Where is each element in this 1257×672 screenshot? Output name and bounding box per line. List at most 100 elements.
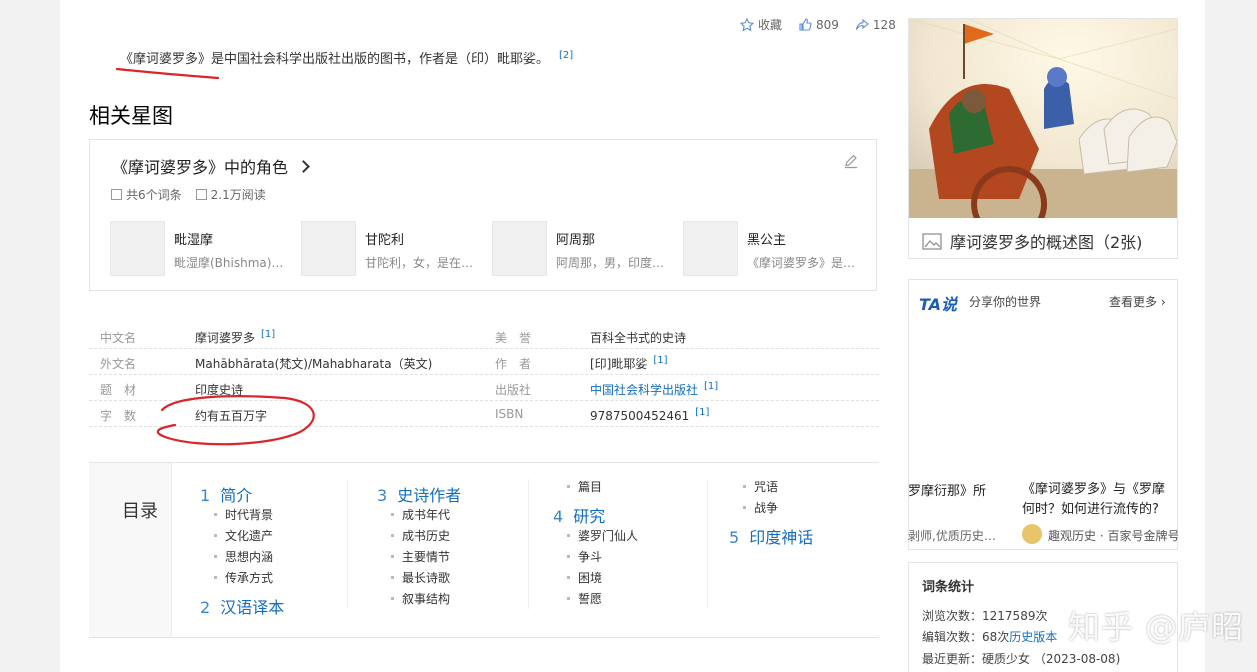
info-value: [印]毗耶娑 [1] [590, 355, 668, 372]
info-key: 出版社 [495, 383, 532, 397]
like-button[interactable]: 809 [798, 18, 839, 32]
info-key: 中文名 [100, 331, 137, 345]
info-row: 中文名 摩诃婆罗多 [1] 美 誉 百科全书式的史诗 [89, 322, 879, 349]
info-ref[interactable]: [1] [261, 329, 275, 340]
info-value-text: 百科全书式的史诗 [590, 331, 687, 345]
catalog-item[interactable]: 誓愿 [566, 590, 602, 607]
share-count: 128 [872, 17, 896, 32]
section-num: 2 [200, 598, 211, 617]
stats-value: 68次 [982, 630, 1010, 644]
album-caption-text: 摩诃婆罗多的概述图（2张) [950, 233, 1143, 252]
section-num: 3 [377, 486, 388, 505]
info-value: 百科全书式的史诗 [590, 329, 686, 346]
info-value: 中国社会科学出版社 [1] [590, 381, 718, 398]
catalog-item[interactable]: 篇目 [566, 478, 602, 495]
role-thumbnail [683, 221, 738, 276]
info-ref[interactable]: [1] [695, 407, 709, 418]
catalog-item[interactable]: 咒语 [742, 478, 778, 495]
album-image[interactable] [909, 19, 1177, 218]
role-name: 毗湿摩 [174, 233, 214, 248]
book-icon [195, 189, 207, 200]
share-icon [855, 18, 869, 30]
intro-text: 《摩诃婆罗多》是中国社会科学出版社出版的图书，作者是（印）毗耶娑。 [2] [120, 48, 573, 67]
author-avatar [1022, 524, 1042, 544]
catalog-section[interactable]: 3 史诗作者 [377, 482, 461, 506]
catalog-item[interactable]: 困境 [566, 569, 602, 586]
info-row: 外文名 Mahābhārata(梵文)/Mahabharata（英文) 作 者 … [89, 348, 879, 375]
starmap-title[interactable]: 《摩诃婆罗多》中的角色 [112, 154, 310, 178]
info-value-text: [印]毗耶娑 [590, 357, 648, 371]
catalog-item[interactable]: 争斗 [566, 548, 602, 565]
catalog-item[interactable]: 时代背景 [213, 506, 273, 523]
divider [707, 479, 708, 609]
role-card[interactable]: 阿周那 阿周那，男，印度… [492, 221, 672, 277]
role-desc: 《摩诃婆罗多》是… [747, 256, 856, 270]
info-value: 9787500452461 [1] [590, 407, 709, 423]
info-value: 摩诃婆罗多 [1] [195, 329, 275, 346]
catalog-item[interactable]: 传承方式 [213, 569, 273, 586]
catalog-item[interactable]: 成书历史 [390, 527, 450, 544]
catalog-item[interactable]: 文化遗产 [213, 527, 273, 544]
starmap-title-text: 《摩诃婆罗多》中的角色 [112, 158, 289, 177]
intro-book-title: 《摩诃婆罗多》 [120, 52, 212, 67]
ta-logo: TA说 [919, 295, 958, 314]
catalog-section[interactable]: 1 简介 [200, 482, 252, 506]
album-caption[interactable]: 摩诃婆罗多的概述图（2张) [922, 229, 1142, 253]
info-ref[interactable]: [1] [704, 381, 718, 392]
section-title-text: 简介 [220, 486, 253, 505]
info-row: 题 材 印度史诗 出版社 中国社会科学出版社 [1] [89, 374, 879, 401]
catalog-item[interactable]: 战争 [742, 499, 778, 516]
image-icon [922, 232, 942, 250]
ta-card-source: 剥师,优质历史… [908, 529, 996, 543]
history-link[interactable]: 历史版本 [1009, 630, 1057, 644]
catalog-item[interactable]: 最长诗歌 [390, 569, 450, 586]
catalog-section[interactable]: 4 研究 [553, 503, 605, 527]
collect-button[interactable]: 收藏 [740, 16, 782, 33]
ta-card-title[interactable]: 罗摩衍那》所 [908, 480, 986, 499]
catalog-item[interactable]: 成书年代 [390, 506, 450, 523]
section-title-text: 史诗作者 [397, 486, 462, 505]
info-key: ISBN [495, 407, 524, 421]
catalog-item[interactable]: 叙事结构 [390, 590, 450, 607]
role-desc: 阿周那，男，印度… [556, 256, 665, 270]
ta-card-source: 趣观历史 · 百家号金牌号 [1048, 529, 1178, 543]
zhihu-watermark: 知乎 @庐昭 [1068, 608, 1245, 646]
role-card[interactable]: 黑公主 《摩诃婆罗多》是… [683, 221, 863, 277]
share-button[interactable]: 128 [855, 18, 896, 32]
starmap-meta: 共6个词条 2.1万阅读 [111, 186, 266, 203]
section-title: 相关星图 [89, 104, 173, 128]
info-value-text: Mahābhārata(梵文)/Mahabharata（英文) [195, 357, 433, 371]
publisher-link[interactable]: 中国社会科学出版社 [590, 383, 698, 397]
role-card[interactable]: 毗湿摩 毗湿摩(Bhishma)… [110, 221, 290, 277]
chevron-right-icon [297, 160, 310, 173]
intro-ref[interactable]: [2] [559, 50, 573, 61]
ta-more-text: 查看更多 [1109, 295, 1158, 309]
role-name: 甘陀利 [365, 233, 405, 248]
section-title-text: 印度神话 [749, 528, 814, 547]
stats-value: 硬质少女 （2023-08-08) [982, 652, 1121, 666]
role-desc: 甘陀利，女，是在… [365, 256, 474, 270]
list-icon [111, 189, 122, 200]
info-value-text: 约有五百万字 [195, 409, 268, 423]
ta-card-title[interactable]: 《摩诃婆罗多》与《罗摩 何时？如何进行流传的? [1022, 480, 1177, 520]
info-ref[interactable]: [1] [653, 355, 667, 366]
catalog-section[interactable]: 2 汉语译本 [200, 594, 284, 618]
stats-views: 浏览次数：1217589次 [922, 607, 1047, 624]
section-title-text: 汉语译本 [220, 598, 285, 617]
ta-more-link[interactable]: 查看更多 › [1109, 293, 1166, 310]
catalog-section[interactable]: 5 印度神话 [729, 524, 813, 548]
catalog-item[interactable]: 思想内涵 [213, 548, 273, 565]
section-title-text: 研究 [573, 507, 606, 526]
role-name: 阿周那 [556, 233, 596, 248]
ta-card-title-line: 《摩诃婆罗多》与《罗摩 [1022, 482, 1166, 497]
stats-updated: 最近更新：硬质少女 （2023-08-08) [922, 650, 1120, 667]
edit-icon[interactable] [843, 153, 859, 169]
role-card[interactable]: 甘陀利 甘陀利，女，是在… [301, 221, 481, 277]
catalog-item[interactable]: 主要情节 [390, 548, 450, 565]
starmap-entries-text: 共6个词条 [126, 188, 182, 202]
role-name: 黑公主 [747, 233, 787, 248]
starmap-reads-text: 2.1万阅读 [210, 188, 266, 202]
thumb-up-icon [799, 17, 812, 31]
catalog-item[interactable]: 婆罗门仙人 [566, 527, 638, 544]
catalog-label-box [89, 463, 172, 637]
